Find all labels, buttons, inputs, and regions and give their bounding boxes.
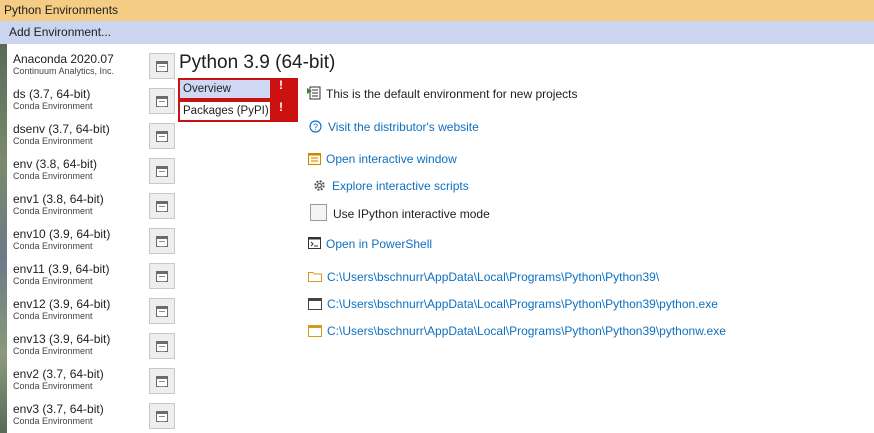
open-interactive-button[interactable] (149, 403, 175, 429)
env-item-dsenv[interactable]: dsenv (3.7, 64-bit) Conda Environment (13, 119, 175, 153)
env-desc: Continuum Analytics, Inc. (13, 66, 115, 76)
add-environment-button[interactable]: Add Environment... (0, 21, 874, 44)
env-item-env10[interactable]: env10 (3.9, 64-bit) Conda Environment (13, 224, 175, 258)
env-name: env11 (3.9, 64-bit) (13, 262, 110, 276)
env-desc: Conda Environment (13, 241, 93, 251)
env-desc: Conda Environment (13, 416, 93, 426)
open-interactive-button[interactable] (149, 193, 175, 219)
open-interactive-button[interactable] (149, 228, 175, 254)
open-interactive-button[interactable] (149, 298, 175, 324)
default-environment-text: This is the default environment for new … (326, 87, 578, 101)
explore-scripts-link[interactable]: Explore interactive scripts (332, 179, 469, 193)
open-interactive-button[interactable] (149, 368, 175, 394)
interactive-window-icon (156, 60, 168, 72)
error-marker: ! (279, 100, 283, 114)
interactive-window-icon (308, 153, 321, 165)
open-interactive-button[interactable] (149, 88, 175, 114)
interactive-window-icon (156, 235, 168, 247)
folder-icon (308, 272, 322, 282)
svg-text:?: ? (313, 122, 318, 132)
interactive-window-icon (156, 410, 168, 422)
folder-path-link[interactable]: C:\Users\bschnurr\AppData\Local\Programs… (327, 270, 659, 284)
env-item-env12[interactable]: env12 (3.9, 64-bit) Conda Environment (13, 294, 175, 328)
interactive-window-icon (156, 200, 168, 212)
env-name: env (3.8, 64-bit) (13, 157, 98, 171)
window-title: Python Environments (0, 0, 874, 21)
env-desc: Conda Environment (13, 206, 93, 216)
help-icon: ? (309, 120, 322, 133)
env-name: env2 (3.7, 64-bit) (13, 367, 104, 381)
interactive-window-icon (156, 95, 168, 107)
env-desc: Conda Environment (13, 276, 93, 286)
env-desc: Conda Environment (13, 311, 93, 321)
ipython-label: Use IPython interactive mode (333, 207, 490, 221)
interactive-window-icon (156, 305, 168, 317)
env-item-env13[interactable]: env13 (3.9, 64-bit) Conda Environment (13, 329, 175, 363)
env-item-anaconda[interactable]: Anaconda 2020.07 Continuum Analytics, In… (13, 49, 175, 83)
python-exe-path-link[interactable]: C:\Users\bschnurr\AppData\Local\Programs… (327, 297, 718, 311)
env-item-env2[interactable]: env2 (3.7, 64-bit) Conda Environment (13, 364, 175, 398)
open-interactive-button[interactable] (149, 158, 175, 184)
background-strip (0, 44, 7, 433)
windowed-executable-icon (308, 325, 322, 337)
open-interactive-button[interactable] (149, 123, 175, 149)
env-name: Anaconda 2020.07 (13, 52, 114, 66)
visit-distributor-link[interactable]: Visit the distributor's website (328, 120, 479, 134)
open-interactive-button[interactable] (149, 263, 175, 289)
ipython-checkbox[interactable] (310, 204, 327, 221)
env-name: env12 (3.9, 64-bit) (13, 297, 111, 311)
tab-packages[interactable]: Packages (PyPI) (180, 102, 270, 120)
env-item-env3[interactable]: env3 (3.7, 64-bit) Conda Environment (13, 399, 175, 433)
interactive-window-icon (156, 340, 168, 352)
env-name: dsenv (3.7, 64-bit) (13, 122, 110, 136)
env-desc: Conda Environment (13, 101, 93, 111)
pythonw-exe-path-link[interactable]: C:\Users\bschnurr\AppData\Local\Programs… (327, 324, 726, 338)
interactive-window-icon (156, 165, 168, 177)
tab-overview-box: Overview ! (178, 78, 298, 100)
env-item-env11[interactable]: env11 (3.9, 64-bit) Conda Environment (13, 259, 175, 293)
env-desc: Conda Environment (13, 346, 93, 356)
open-interactive-button[interactable] (149, 53, 175, 79)
env-item-env[interactable]: env (3.8, 64-bit) Conda Environment (13, 154, 175, 188)
env-name: env3 (3.7, 64-bit) (13, 402, 104, 416)
error-marker: ! (279, 78, 283, 92)
tab-packages-box: Packages (PyPI) ! (178, 100, 298, 122)
interactive-window-icon (156, 375, 168, 387)
env-name: env10 (3.9, 64-bit) (13, 227, 111, 241)
interactive-window-icon (156, 270, 168, 282)
env-name: env1 (3.8, 64-bit) (13, 192, 104, 206)
gear-icon (314, 180, 325, 191)
default-environment-icon (307, 86, 321, 100)
env-desc: Conda Environment (13, 381, 93, 391)
environment-list: Anaconda 2020.07 Continuum Analytics, In… (7, 44, 175, 433)
env-item-ds[interactable]: ds (3.7, 64-bit) Conda Environment (13, 84, 175, 118)
environment-title: Python 3.9 (64-bit) (179, 52, 336, 73)
env-item-env1[interactable]: env1 (3.8, 64-bit) Conda Environment (13, 189, 175, 223)
interactive-window-icon (156, 130, 168, 142)
open-powershell-link[interactable]: Open in PowerShell (326, 237, 432, 251)
open-interactive-window-link[interactable]: Open interactive window (326, 152, 457, 166)
env-desc: Conda Environment (13, 171, 93, 181)
env-desc: Conda Environment (13, 136, 93, 146)
executable-icon (308, 298, 322, 310)
tab-overview[interactable]: Overview (180, 80, 270, 98)
powershell-icon (308, 237, 321, 249)
open-interactive-button[interactable] (149, 333, 175, 359)
env-name: ds (3.7, 64-bit) (13, 87, 91, 101)
env-name: env13 (3.9, 64-bit) (13, 332, 111, 346)
